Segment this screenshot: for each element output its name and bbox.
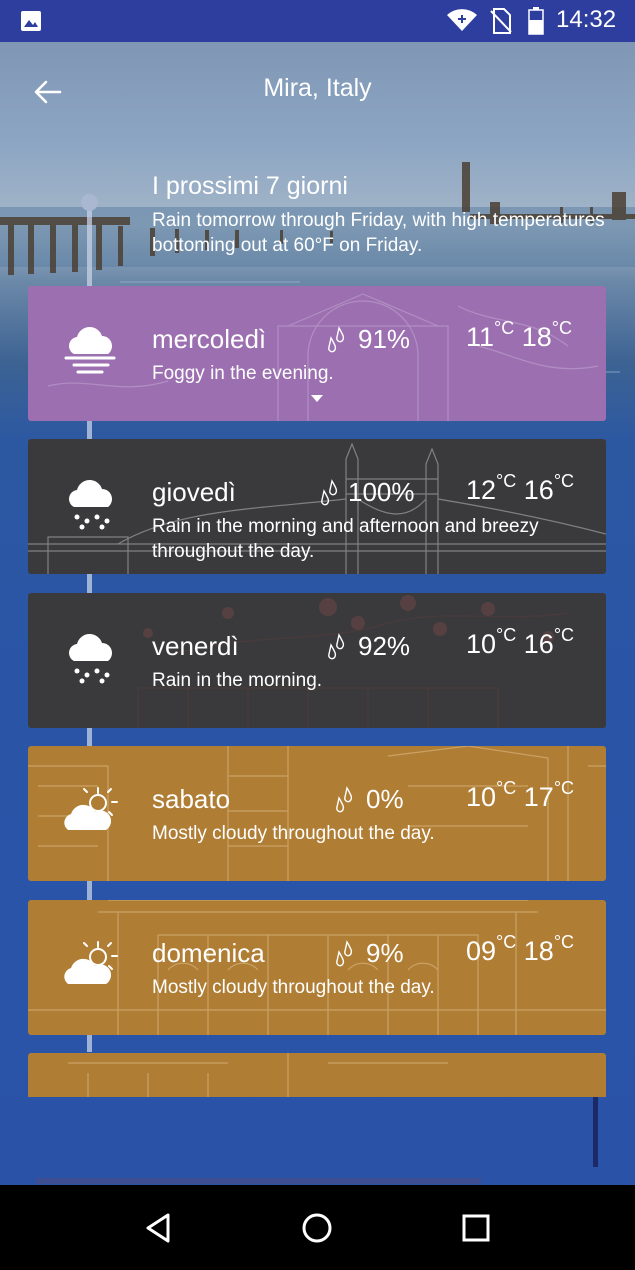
- day-card[interactable]: domenica 9% 09°C 18°C Mostly cloudy thro…: [28, 900, 606, 1035]
- temp-low: 11: [466, 322, 495, 352]
- day-description: Rain in the morning and afternoon and br…: [152, 516, 539, 562]
- precip-chance: 91%: [358, 324, 411, 354]
- temp-unit: °C: [496, 778, 517, 798]
- back-triangle-icon[interactable]: [142, 1211, 176, 1245]
- battery-icon: [528, 7, 544, 35]
- temp-unit: °C: [496, 471, 517, 491]
- expand-chevron-icon[interactable]: [310, 394, 324, 403]
- rain-icon: [69, 480, 112, 530]
- temp-high: 16: [523, 475, 554, 505]
- day-description: Rain in the morning.: [152, 670, 323, 691]
- raindrops-icon: [328, 326, 345, 353]
- temp-unit: °C: [494, 318, 515, 338]
- day-name: domenica: [152, 938, 265, 968]
- horizontal-scrollbar[interactable]: [36, 1178, 481, 1184]
- temp-unit: °C: [551, 318, 572, 338]
- raindrops-icon: [321, 479, 338, 506]
- status-time: 14:32: [556, 6, 617, 33]
- temp-unit: °C: [553, 932, 575, 952]
- day-description: Mostly cloudy throughout the day.: [152, 977, 435, 998]
- temp-unit: °C: [553, 625, 575, 645]
- temp-high: 17: [523, 782, 554, 812]
- temp-high: 16: [523, 629, 554, 659]
- day-card[interactable]: sabato 0% 10°C 17°C Mostly cloudy throug…: [28, 746, 606, 881]
- raindrops-icon: [336, 786, 353, 813]
- day-name: mercoledì: [152, 324, 267, 354]
- temp-low: 12: [466, 475, 497, 505]
- temp-unit: °C: [553, 778, 575, 798]
- temp-unit: °C: [496, 625, 517, 645]
- recents-square-icon[interactable]: [459, 1211, 493, 1245]
- raindrops-icon: [328, 633, 345, 660]
- vertical-scrollbar[interactable]: [593, 1097, 598, 1167]
- temperature-range: 11°C 18°C: [466, 318, 572, 353]
- temp-low: 10: [466, 629, 497, 659]
- precip-chance: 0%: [366, 784, 404, 814]
- precip-chance: 9%: [366, 938, 404, 968]
- fog-icon: [64, 327, 116, 374]
- precip-chance: 92%: [358, 631, 411, 661]
- status-bar: 14:32: [0, 0, 635, 42]
- wifi-icon: [447, 9, 477, 32]
- precip-chance: 100%: [348, 477, 415, 507]
- gallery-icon: [21, 11, 41, 31]
- temp-high: 18: [521, 322, 552, 352]
- card-background-art: [28, 1053, 606, 1097]
- temp-low: 10: [466, 782, 497, 812]
- temp-low: 09: [466, 936, 497, 966]
- temperature-range: 10°C 17°C: [466, 778, 574, 813]
- temp-unit: °C: [496, 932, 517, 952]
- day-name: giovedì: [152, 477, 236, 507]
- day-name: sabato: [152, 784, 231, 814]
- day-card[interactable]: venerdì 92% 10°C 16°C Rain in the mornin…: [28, 593, 606, 728]
- day-card[interactable]: mercoledì 91% 11°C 18°C Foggy in the eve…: [28, 286, 606, 421]
- partly-cloudy-icon: [64, 941, 118, 984]
- navigation-bar: [0, 1185, 635, 1270]
- rain-icon: [69, 634, 112, 684]
- temp-high: 18: [523, 936, 554, 966]
- no-sim-icon: [490, 8, 512, 34]
- day-name: venerdì: [152, 631, 239, 661]
- temp-unit: °C: [553, 471, 575, 491]
- raindrops-icon: [336, 940, 353, 967]
- screen: Mira, Italy I prossimi 7 giorni Rain tom…: [0, 0, 635, 1270]
- temperature-range: 12°C 16°C: [466, 471, 574, 506]
- day-description: Mostly cloudy throughout the day.: [152, 823, 435, 844]
- day-list: mercoledì 91% 11°C 18°C Foggy in the eve…: [0, 0, 635, 1097]
- temperature-range: 10°C 16°C: [466, 625, 574, 660]
- home-circle-icon[interactable]: [300, 1211, 334, 1245]
- day-card-partial[interactable]: [28, 1053, 606, 1097]
- day-description: Foggy in the evening.: [152, 363, 334, 384]
- temperature-range: 09°C 18°C: [466, 932, 574, 967]
- partly-cloudy-icon: [64, 787, 118, 830]
- day-card[interactable]: giovedì 100% 12°C 16°C Rain in the morni…: [28, 439, 606, 574]
